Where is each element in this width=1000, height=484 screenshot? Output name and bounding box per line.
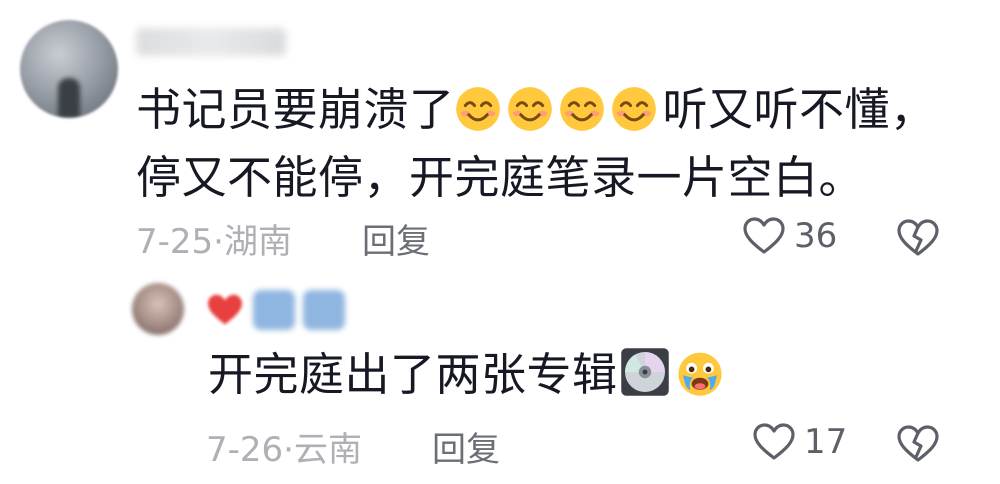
heart-outline-icon [743, 217, 785, 254]
broken-heart-icon[interactable] [896, 424, 940, 464]
reply-button[interactable]: 回复 [432, 422, 500, 471]
comment-text-part: 听又听不懂， [662, 83, 936, 136]
commenter-avatar[interactable] [20, 20, 118, 118]
broken-heart-icon[interactable] [896, 218, 940, 258]
comment-date-location: 7-25·湖南 [136, 222, 292, 262]
smile-emoji-icon [559, 87, 604, 131]
heart-outline-icon [753, 423, 795, 460]
smile-emoji-icon [611, 87, 656, 131]
reply-button[interactable]: 回复 [362, 214, 430, 263]
reply-date-location: 7-26·云南 [206, 430, 362, 470]
reply-text: 开完庭出了两张专辑 [208, 345, 730, 405]
comment-text-part: 书记员要崩溃了 [136, 83, 455, 136]
smile-emoji-icon [507, 87, 552, 131]
reply-avatar[interactable] [132, 283, 184, 335]
comment-text-line-1: 书记员要崩溃了 听又听不懂， [136, 80, 936, 140]
commenter-name-blurred[interactable] [136, 28, 286, 56]
smile-emoji-icon [455, 87, 500, 131]
like-button[interactable]: 36 [742, 216, 837, 256]
smile-emoji-group [455, 80, 663, 140]
like-count: 17 [804, 422, 848, 462]
like-button[interactable]: 17 [752, 422, 847, 462]
red-heart-emoji-icon [205, 291, 245, 329]
cd-disc-emoji-icon [620, 348, 669, 396]
like-count: 36 [794, 216, 838, 256]
blurred-badge [253, 290, 295, 330]
comment-text-line-2: 停又不能停，开完庭笔录一片空白。 [136, 151, 865, 204]
reply-name-blurred[interactable] [205, 288, 345, 332]
blurred-badge [303, 290, 345, 330]
reply-text-content: 开完庭出了两张专辑 [208, 348, 618, 401]
crying-face-emoji-icon [677, 352, 722, 396]
